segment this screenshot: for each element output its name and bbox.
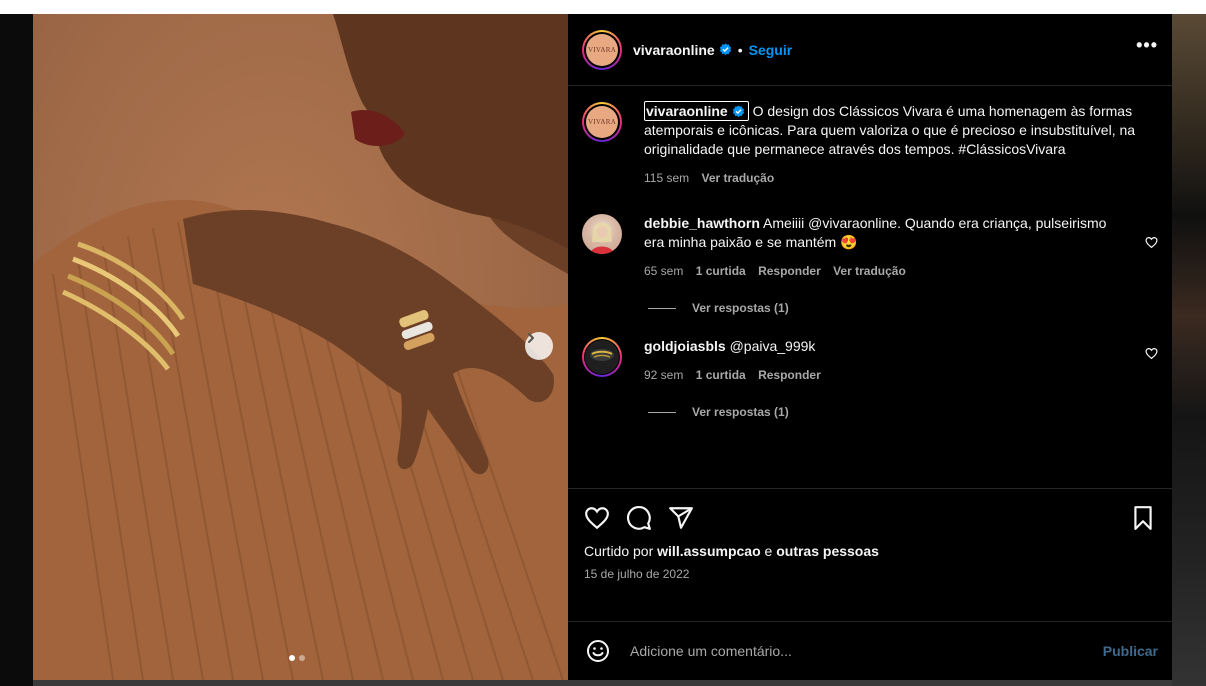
post-side-panel: VIVARA vivaraonline • Seguir ••• VIVARA … — [568, 14, 1172, 680]
comment-translate-link[interactable]: Ver tradução — [833, 264, 906, 278]
backdrop-bottom — [33, 680, 1172, 686]
caption-time[interactable]: 115 sem — [644, 171, 689, 185]
carousel-dot — [299, 655, 305, 661]
commenter-photo — [585, 340, 619, 374]
backdrop-left[interactable] — [0, 14, 33, 686]
comment-item: goldjoiasbls @paiva_999k 92 sem 1 curtid… — [582, 337, 1158, 385]
comment-time[interactable]: 65 sem — [644, 264, 683, 278]
like-comment-heart-icon[interactable] — [1145, 236, 1158, 249]
carousel-dot-active — [289, 655, 295, 661]
comments-list[interactable]: VIVARA vivaraonline O design dos Clássic… — [568, 86, 1172, 488]
more-options-icon[interactable]: ••• — [1136, 35, 1158, 64]
post-photo[interactable] — [33, 14, 568, 680]
likes-and: e — [764, 543, 773, 559]
carousel-dots — [289, 655, 305, 661]
commenter-avatar[interactable] — [582, 337, 622, 377]
reply-button[interactable]: Responder — [758, 264, 821, 278]
likes-prefix: Curtido por — [584, 543, 654, 559]
reply-button[interactable]: Responder — [758, 368, 821, 382]
comment-meta: 65 sem 1 curtida Responder Ver tradução — [644, 262, 1124, 281]
post-actions: Curtido por will.assumpcao e outras pess… — [568, 488, 1172, 621]
author-username[interactable]: vivaraonline — [633, 42, 715, 58]
comment-likes[interactable]: 1 curtida — [696, 368, 746, 382]
post-modal: VIVARA vivaraonline • Seguir ••• VIVARA … — [33, 14, 1172, 680]
caption-avatar[interactable]: VIVARA — [582, 102, 622, 142]
backdrop-right-thumbnails[interactable] — [1172, 14, 1206, 686]
caption-translate-link[interactable]: Ver tradução — [701, 171, 774, 185]
commenter-photo — [590, 222, 614, 254]
vivara-logo: VIVARA — [586, 33, 618, 66]
commenter-avatar[interactable] — [582, 214, 622, 254]
post-header: VIVARA vivaraonline • Seguir ••• — [568, 14, 1172, 86]
vivara-logo: VIVARA — [586, 106, 618, 138]
top-strip — [0, 0, 1206, 14]
replies-line — [648, 307, 676, 309]
share-send-icon[interactable] — [668, 505, 694, 531]
publish-button[interactable]: Publicar — [1103, 643, 1158, 659]
view-replies-label[interactable]: Ver respostas (1) — [692, 301, 789, 315]
comment-input[interactable] — [628, 642, 1103, 660]
comment-time[interactable]: 92 sem — [644, 368, 683, 382]
view-replies-button[interactable]: Ver respostas (1) — [648, 301, 1158, 315]
replies-line — [648, 411, 676, 413]
chevron-right-icon — [528, 333, 534, 343]
verified-badge-icon — [719, 43, 731, 56]
caption-meta: 115 sem Ver tradução — [644, 169, 1138, 188]
likes-summary: Curtido por will.assumpcao e outras pess… — [584, 543, 1156, 559]
comment-username[interactable]: goldjoiasbls — [644, 338, 726, 354]
like-heart-icon[interactable] — [584, 505, 610, 531]
photo-illustration — [33, 14, 568, 680]
caption-username[interactable]: vivaraonline — [646, 103, 728, 119]
author-avatar[interactable]: VIVARA — [582, 29, 622, 70]
comment-item: debbie_hawthorn Ameiiii @vivaraonline. Q… — [582, 214, 1158, 281]
like-comment-heart-icon[interactable] — [1145, 347, 1158, 360]
liked-by-user[interactable]: will.assumpcao — [657, 543, 760, 559]
caption-username-box[interactable]: vivaraonline — [644, 101, 749, 121]
emoji-icon[interactable] — [586, 639, 610, 663]
comment-bubble-icon[interactable] — [626, 505, 652, 531]
post-date[interactable]: 15 de julho de 2022 — [584, 567, 1156, 581]
add-comment-bar: Publicar — [568, 621, 1172, 680]
header-separator: • — [737, 41, 743, 58]
liked-by-others[interactable]: outras pessoas — [776, 543, 879, 559]
view-replies-button[interactable]: Ver respostas (1) — [648, 405, 1158, 419]
save-bookmark-icon[interactable] — [1130, 505, 1156, 531]
post-caption: VIVARA vivaraonline O design dos Clássic… — [582, 101, 1158, 188]
comment-meta: 92 sem 1 curtida Responder — [644, 366, 1124, 385]
action-bar — [584, 497, 1156, 539]
comment-likes[interactable]: 1 curtida — [696, 264, 746, 278]
follow-button[interactable]: Seguir — [749, 42, 793, 58]
view-replies-label[interactable]: Ver respostas (1) — [692, 405, 789, 419]
comment-username[interactable]: debbie_hawthorn — [644, 215, 760, 231]
comment-text: @paiva_999k — [729, 338, 816, 354]
verified-badge-icon — [732, 105, 744, 118]
next-image-button[interactable] — [525, 332, 553, 360]
